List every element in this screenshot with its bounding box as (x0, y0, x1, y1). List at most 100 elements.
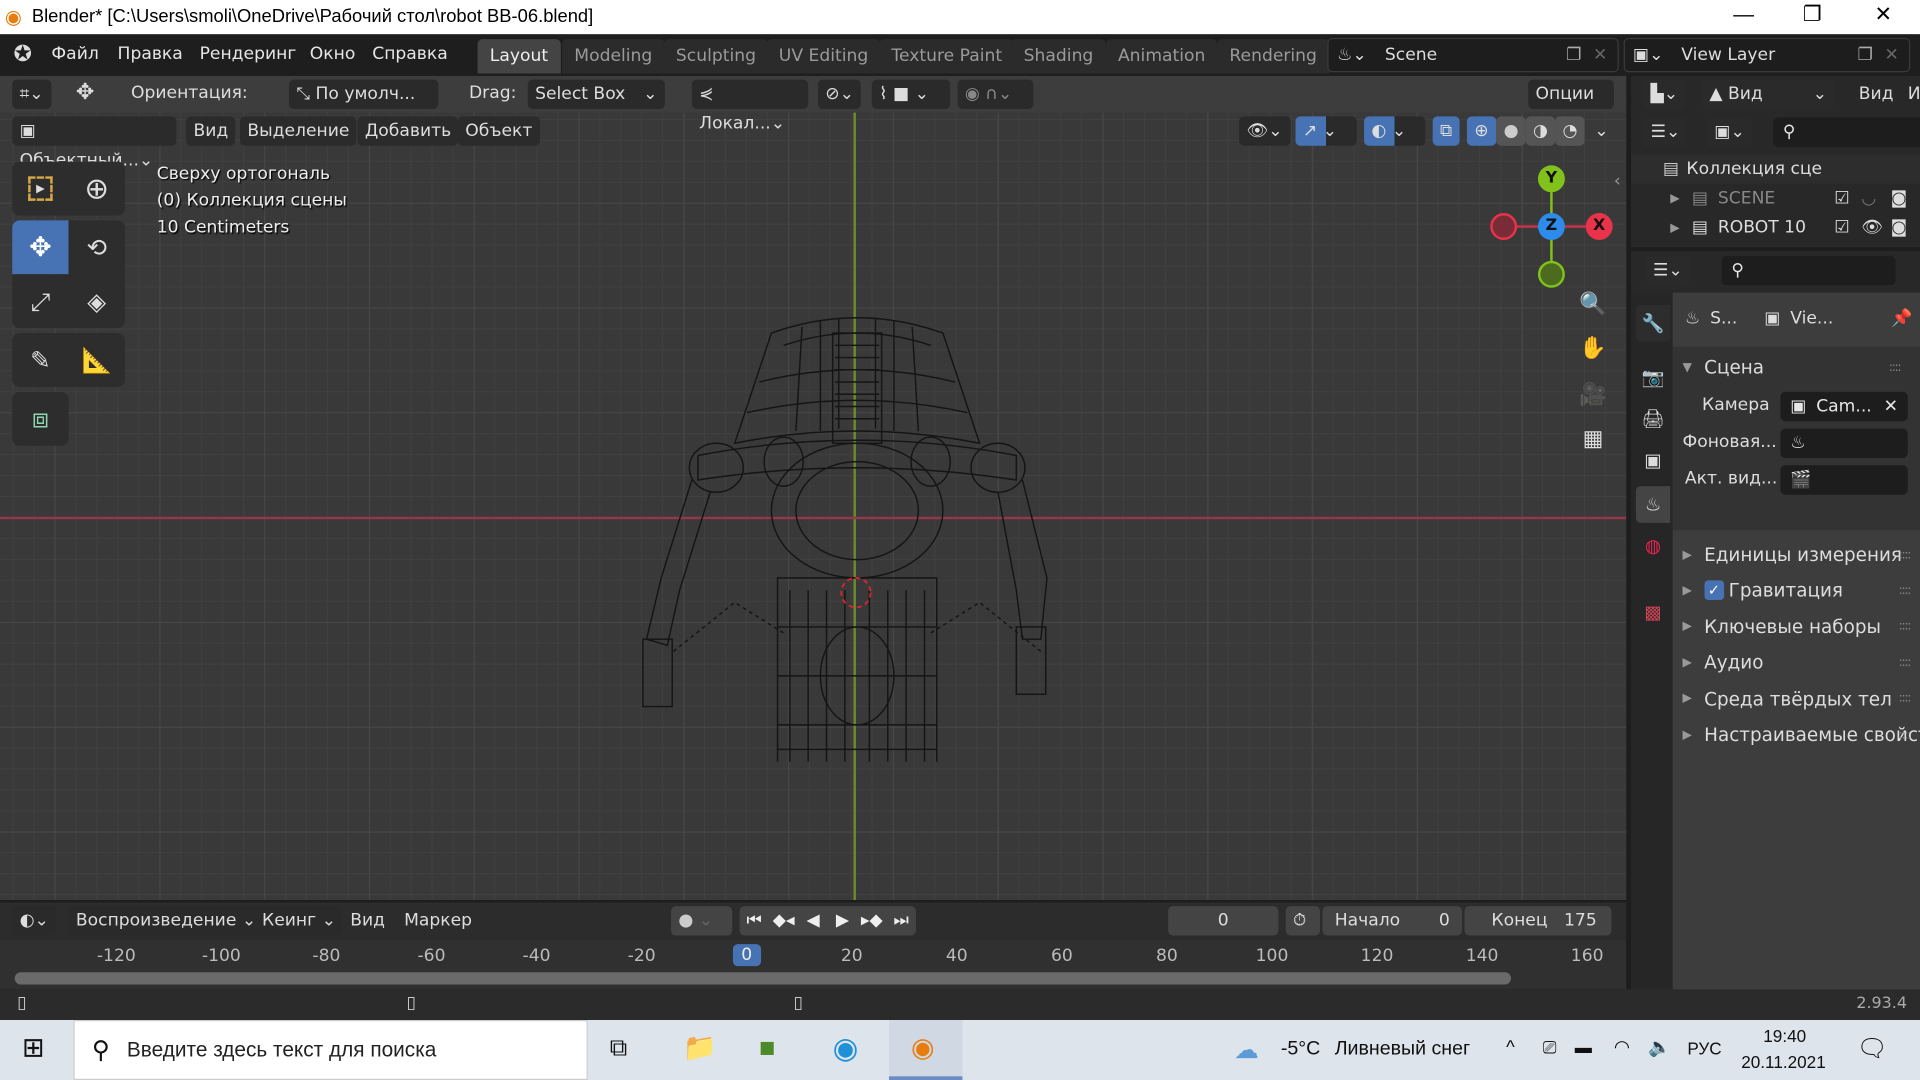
outliner-search-input[interactable]: ⚲ (1773, 117, 1920, 147)
subpanel-header[interactable]: ▶ ✓ Гравитация:::: (1682, 576, 1920, 605)
hidden-eye-icon[interactable]: ◡ (1861, 189, 1890, 209)
menu-help[interactable]: Справка (372, 44, 448, 64)
gravity-checkbox[interactable]: ✓ (1704, 580, 1724, 601)
clear-camera-icon[interactable]: ✕ (1884, 392, 1898, 421)
snap-button[interactable]: ⌇ ■ ⌄ (871, 79, 951, 109)
outliner-menu-image[interactable]: Изоб (1908, 84, 1920, 104)
end-frame-field[interactable]: Конец 175 (1464, 906, 1612, 936)
jump-start-icon[interactable]: ⏮ (740, 911, 769, 931)
pin-icon[interactable]: 📌 (1891, 309, 1912, 329)
jump-end-icon[interactable]: ⏭ (887, 911, 916, 931)
current-frame-field[interactable]: 0 (1168, 906, 1279, 936)
orientation-dropdown[interactable]: ⤡ По умолч... ⌄ (288, 79, 439, 133)
texture-tab-icon[interactable]: ▩ (1636, 594, 1670, 631)
gizmo-neg-y-axis[interactable] (1537, 260, 1565, 288)
scene-tab-icon[interactable]: ♨ (1635, 486, 1671, 523)
timeline-menu-marker[interactable]: Маркер (404, 911, 472, 931)
subpanel-header[interactable]: ▶ Среда твёрдых тел:::: (1682, 684, 1920, 713)
gizmo-z-axis[interactable]: Z (1537, 213, 1565, 241)
render-camera-icon[interactable]: ◙ (1891, 218, 1920, 238)
visibility-selectability-icon[interactable]: 👁⌄ (1239, 116, 1291, 146)
tab-rendering[interactable]: Rendering (1217, 39, 1330, 74)
menu-edit[interactable]: Правка (118, 44, 183, 64)
restore-button[interactable]: ❐ (1788, 2, 1837, 26)
ortho-grid-icon[interactable]: ▦ (1577, 426, 1609, 460)
gizmo-x-axis[interactable]: X (1585, 213, 1613, 241)
keying-menu[interactable]: Кеинг ⌄ (254, 906, 344, 936)
editor-type-clock-icon[interactable]: ◐⌄ (12, 906, 57, 936)
scale-tool[interactable]: ⤢ (12, 274, 69, 329)
properties-editor-type-icon[interactable]: ☰⌄ (1645, 255, 1691, 286)
blender-taskbar-button[interactable]: ◉ (888, 1020, 963, 1080)
camera-view-icon[interactable]: 🎥 (1577, 382, 1609, 416)
outliner-row-scene[interactable]: ▶ ▤ SCENE ☑ ◡ ◙ (1631, 184, 1920, 213)
move-tool[interactable]: ✥ (12, 220, 69, 275)
file-explorer-icon[interactable]: 📁 (683, 1032, 717, 1064)
subpanel-header[interactable]: ▶ Аудио:::: (1682, 648, 1920, 677)
windows-start-icon[interactable]: ⊞ (22, 1032, 45, 1064)
scene-selector[interactable]: ♨⌄ Scene ❐ ✕ (1327, 37, 1619, 73)
language-indicator[interactable]: РУС (1687, 1038, 1721, 1058)
render-tab-icon[interactable]: 📷 (1636, 359, 1670, 396)
transform-tool[interactable]: ◈ (68, 274, 125, 329)
measure-tool[interactable]: 📐 (68, 333, 125, 387)
rotate-tool[interactable]: ⟲ (68, 220, 125, 275)
exclude-checkbox[interactable]: ☑ (1834, 189, 1861, 209)
world-tab-icon[interactable]: ◍ (1636, 528, 1670, 565)
minimize-button[interactable]: — (1719, 2, 1768, 26)
wifi-icon[interactable]: ◠ (1614, 1036, 1630, 1058)
tab-layout[interactable]: Layout (477, 39, 561, 74)
outliner-root-row[interactable]: ▤ Коллекция сце (1631, 154, 1920, 184)
transform-tool-icon[interactable]: ⌗⌄ (12, 79, 51, 109)
wireframe-shading-icon[interactable]: ⊕ (1466, 116, 1497, 146)
tab-uv-editing[interactable]: UV Editing (766, 39, 881, 74)
tab-sculpting[interactable]: Sculpting (663, 39, 769, 74)
render-camera-icon[interactable]: ◙ (1891, 189, 1920, 209)
close-window-button[interactable]: ✕ (1859, 2, 1908, 26)
volume-icon[interactable]: 🔈 (1648, 1036, 1671, 1058)
notifications-icon[interactable]: 🗨 (1856, 1033, 1887, 1064)
background-scene-field[interactable]: ♨ (1780, 428, 1908, 458)
outliner-editor-type-icon[interactable]: ▙⌄ (1643, 79, 1686, 109)
expand-arrow-icon[interactable]: ▶ (1670, 221, 1679, 234)
start-frame-field[interactable]: Начало 0 (1322, 906, 1463, 936)
scene-name[interactable]: Scene (1375, 45, 1566, 65)
new-scene-icon[interactable]: ❐ (1566, 45, 1593, 65)
preview-range-stopwatch-icon[interactable]: ⏱ (1285, 906, 1321, 936)
menu-window[interactable]: Окно (310, 44, 356, 64)
weather-temperature[interactable]: -5°C (1281, 1038, 1320, 1060)
active-clip-field[interactable]: 🎬 (1780, 465, 1908, 495)
viewport-menu-object[interactable]: Объект (457, 116, 540, 146)
snap-target-button[interactable]: ⊘⌄ (817, 79, 862, 109)
gizmo-toggle-icon[interactable]: ↗ ⌄ (1295, 116, 1357, 146)
tool-tab-icon[interactable]: 🔧 (1635, 304, 1671, 342)
clock-date[interactable]: 20.11.2021 (1741, 1052, 1826, 1072)
gizmo-y-axis[interactable]: Y (1537, 165, 1565, 193)
properties-search-input[interactable]: ⚲ (1721, 255, 1896, 286)
menu-file[interactable]: Файл (51, 44, 98, 64)
delete-scene-icon[interactable]: ✕ (1593, 45, 1617, 65)
solid-shading-icon[interactable]: ● (1496, 116, 1526, 146)
drag-dropdown[interactable]: Select Box ⌄ (527, 79, 665, 109)
drag-handle-icon[interactable]: :::: (1899, 656, 1912, 669)
drag-handle-icon[interactable]: :::: (1899, 728, 1912, 741)
select-box-tool[interactable]: ▸ (12, 161, 69, 216)
drag-handle-icon[interactable]: :::: (1889, 361, 1902, 374)
prev-keyframe-icon[interactable]: ◆◂ (769, 911, 798, 931)
mode-dropdown[interactable]: ▣ Объектный...⌄ (12, 116, 177, 170)
options-dropdown[interactable]: Опции ⌄ (1528, 79, 1614, 133)
minecraft-icon[interactable]: ■ (759, 1032, 775, 1064)
playback-menu[interactable]: Воспроизведение ⌄ (68, 906, 264, 936)
outliner-row-robot[interactable]: ▶ ▤ ROBOT 10 ☑ 👁 ◙ (1631, 213, 1920, 242)
3d-viewport[interactable]: ⌗⌄ ✥ Ориентация: ⤡ По умолч... ⌄ Drag: S… (0, 75, 1627, 901)
output-tab-icon[interactable]: 🖨 (1636, 400, 1670, 437)
add-cube-tool[interactable]: ⧈ (12, 391, 69, 446)
play-icon[interactable]: ▶ (828, 911, 857, 931)
viewport-menu-add[interactable]: Добавить (357, 116, 459, 146)
viewport-menu-view[interactable]: Вид (186, 116, 236, 146)
current-frame-indicator[interactable]: 0 (732, 944, 761, 967)
weather-icon[interactable]: ☁ (1234, 1035, 1258, 1066)
new-view-layer-icon[interactable]: ❐ (1858, 45, 1885, 65)
proportional-edit-button[interactable]: ◉ ∩⌄ (957, 79, 1034, 109)
camera-tray-icon[interactable]: ⎚ (1543, 1037, 1557, 1058)
